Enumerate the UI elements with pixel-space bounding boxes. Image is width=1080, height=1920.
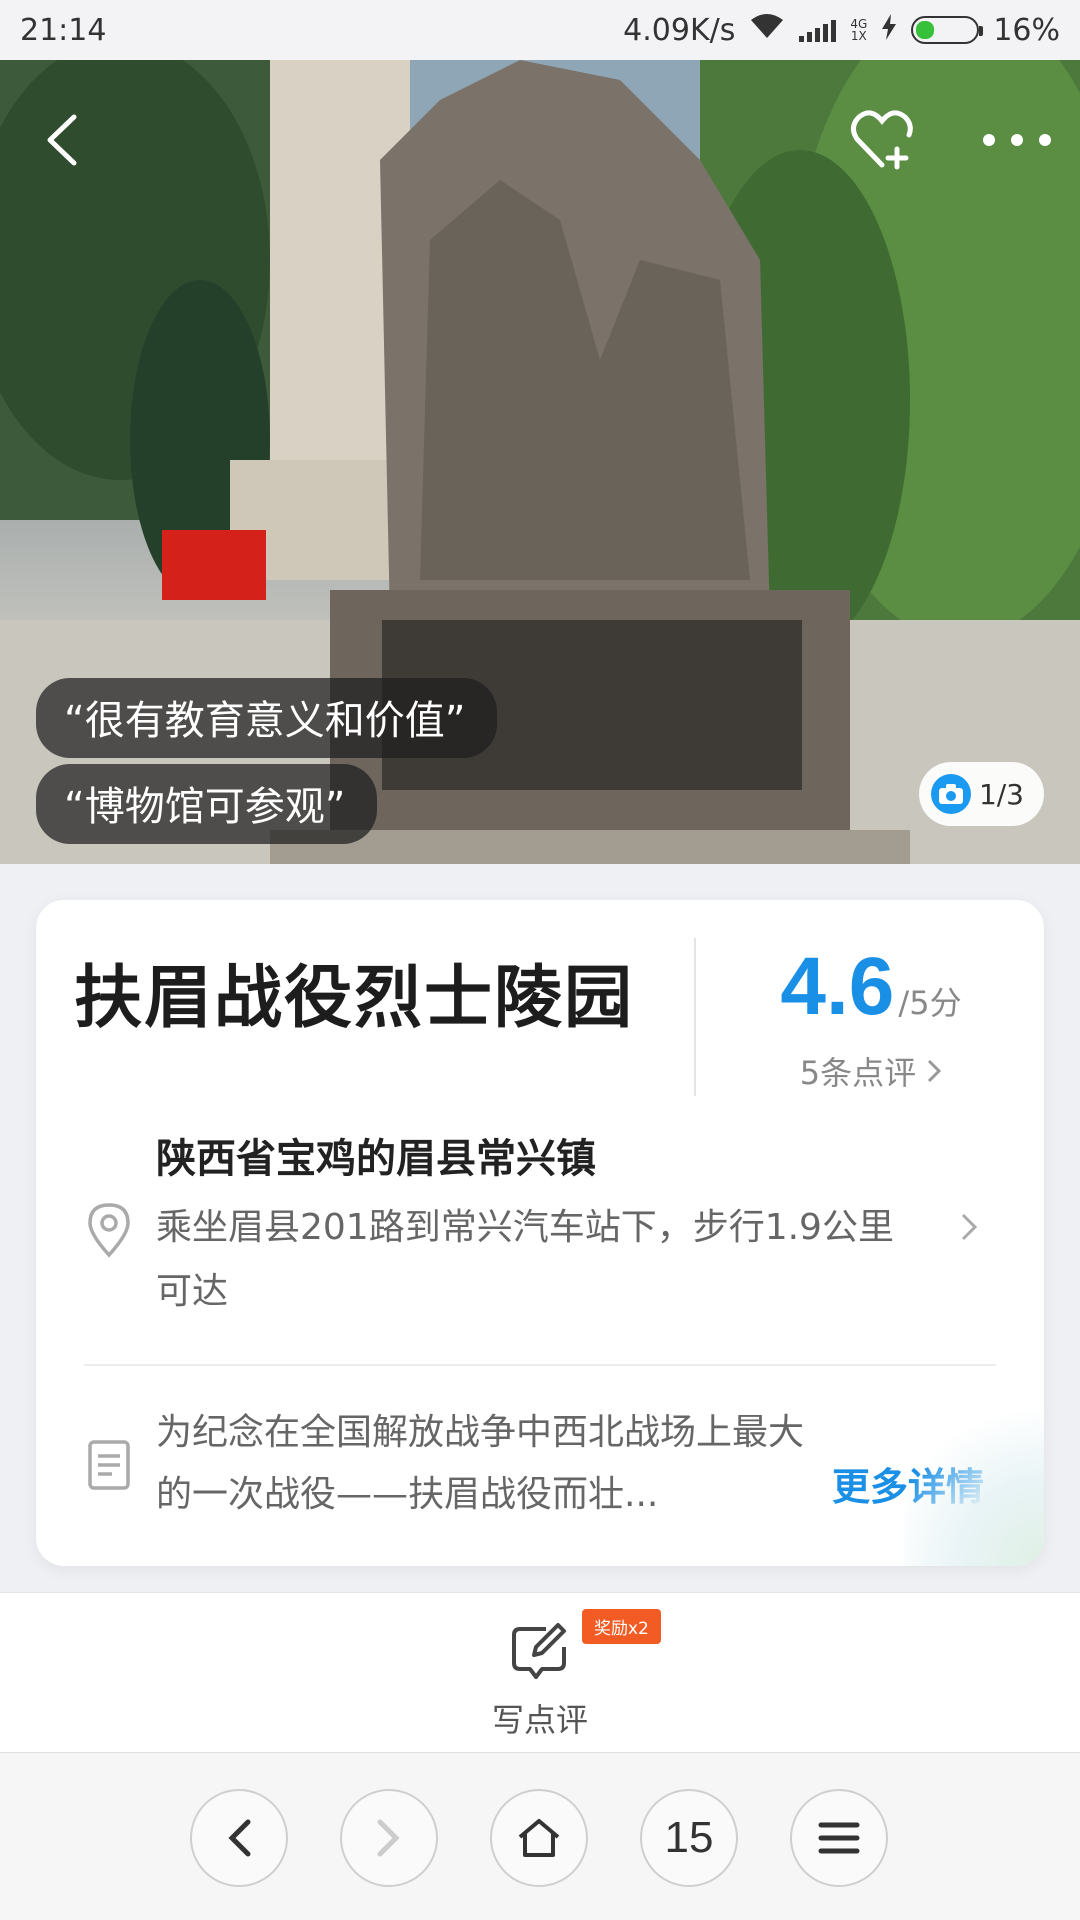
battery-icon <box>911 16 984 44</box>
browser-nav-bar: 15 <box>0 1752 1080 1920</box>
hero-photo[interactable]: “很有教育意义和价值” “博物馆可参观” 1/3 <box>0 60 1080 864</box>
document-icon <box>88 1440 130 1494</box>
signal-icon <box>799 18 837 42</box>
network-type: 4G 1X <box>850 17 868 43</box>
location-pin-icon <box>86 1202 132 1262</box>
rating-block[interactable]: 4.6 /5分 5条点评 <box>698 940 1044 1094</box>
address-title[interactable]: 陕西省宝鸡的眉县常兴镇 <box>156 1126 596 1184</box>
chevron-right-icon <box>926 1054 942 1092</box>
review-quote-2: “博物馆可参观” <box>36 764 378 844</box>
battery-level: 16% <box>993 12 1060 48</box>
write-review-label[interactable]: 写点评 <box>0 1695 1080 1741</box>
photo-counter-text: 1/3 <box>978 777 1024 811</box>
status-time: 21:14 <box>20 12 107 48</box>
attraction-info-card: 扶眉战役烈士陵园 4.6 /5分 5条点评 陕西省宝鸡的眉县常兴镇 乘坐眉县20… <box>36 900 1044 1566</box>
reward-badge: 奖励x2 <box>582 1609 661 1644</box>
more-options-button[interactable] <box>972 100 1062 180</box>
chevron-left-icon <box>228 1819 251 1857</box>
review-quote-1: “很有教育意义和价值” <box>36 678 498 758</box>
chevron-right-icon[interactable] <box>960 1212 978 1246</box>
card-decoration <box>904 1406 1044 1566</box>
back-button[interactable] <box>22 100 102 180</box>
favorite-add-button[interactable] <box>842 100 922 180</box>
nav-tabs-button[interactable]: 15 <box>640 1789 738 1887</box>
address-route[interactable]: 乘坐眉县201路到常兴汽车站下，步行1.9公里可达 <box>156 1196 916 1324</box>
edit-icon[interactable] <box>510 1623 570 1687</box>
camera-icon <box>930 774 971 814</box>
photo-counter[interactable]: 1/3 <box>918 762 1044 826</box>
attraction-title: 扶眉战役烈士陵园 <box>74 959 635 1038</box>
net-speed: 4.09K/s <box>623 12 736 48</box>
chevron-right-icon <box>377 1819 400 1857</box>
nav-forward-button[interactable] <box>340 1789 438 1887</box>
wifi-icon <box>749 12 785 48</box>
divider <box>694 938 696 1096</box>
divider <box>84 1364 996 1366</box>
review-count-link[interactable]: 5条点评 <box>698 1048 1044 1094</box>
status-bar: 21:14 4.09K/s 4G 1X 16% <box>0 0 1080 60</box>
rating-max: /5分 <box>898 984 962 1022</box>
charging-icon <box>881 13 897 48</box>
write-review-bar[interactable]: 奖励x2 写点评 <box>0 1592 1080 1752</box>
menu-icon <box>818 1822 860 1854</box>
nav-menu-button[interactable] <box>790 1789 888 1887</box>
attraction-description: 为纪念在全国解放战争中西北战场上最大的一次战役——扶眉战役而壮... <box>156 1412 805 1515</box>
home-icon <box>518 1819 560 1857</box>
rating-score: 4.6 <box>780 941 895 1032</box>
nav-home-button[interactable] <box>490 1789 588 1887</box>
nav-back-button[interactable] <box>190 1789 288 1887</box>
